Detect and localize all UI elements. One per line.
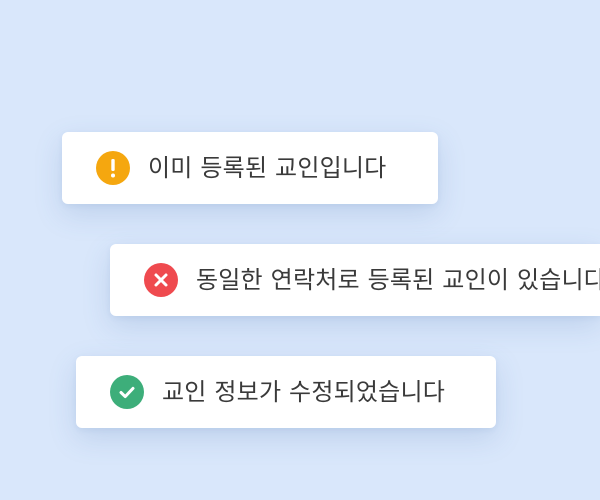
success-toast: 교인 정보가 수정되었습니다 <box>76 356 496 428</box>
warning-toast: 이미 등록된 교인입니다 <box>62 132 438 204</box>
close-icon <box>144 263 178 297</box>
warning-message: 이미 등록된 교인입니다 <box>148 154 387 182</box>
error-message: 동일한 연락처로 등록된 교인이 있습니다 <box>196 266 600 294</box>
exclamation-icon <box>96 151 130 185</box>
error-toast: 동일한 연락처로 등록된 교인이 있습니다 <box>110 244 600 316</box>
check-icon <box>110 375 144 409</box>
success-message: 교인 정보가 수정되었습니다 <box>162 378 446 406</box>
